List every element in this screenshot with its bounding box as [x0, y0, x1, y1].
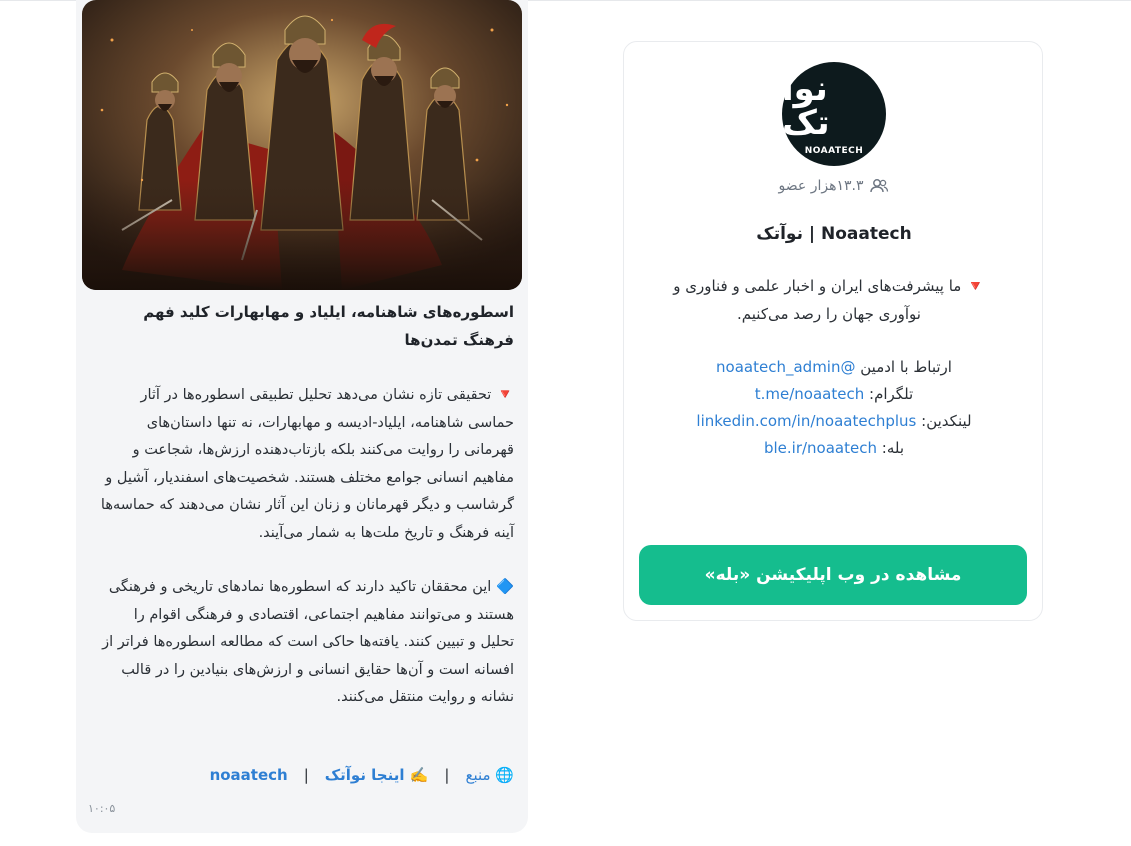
source-link[interactable]: 🌐 منبع — [465, 766, 514, 784]
post-paragraph-1: 🔻 تحقیقی تازه نشان می‌دهد تحلیل تطبیقی ا… — [100, 387, 514, 541]
channel-logo: نوآ تک NOAATECH — [782, 62, 886, 166]
contact-admin: ارتباط با ادمین @noaatech_admin — [716, 358, 952, 376]
bale-link[interactable]: ble.ir/noaatech — [764, 439, 877, 457]
contact-bale: بله: ble.ir/noaatech — [763, 439, 905, 457]
contact-telegram: تلگرام: t.me/noaatech — [754, 385, 914, 403]
post-paragraph-2: 🔷 این محققان تاکید دارند که اسطوره‌ها نم… — [102, 579, 514, 705]
member-count-text: ۱۳.۳هزار عضو — [778, 178, 864, 194]
channel-description: 🔻 ما پیشرفت‌های ایران و اخبار علمی و فنا… — [673, 277, 985, 323]
post-body: 🔻 تحقیقی تازه نشان می‌دهد تحلیل تطبیقی ا… — [96, 382, 514, 712]
logo-mark: نوآ تک — [782, 69, 831, 143]
admin-link[interactable]: @noaatech_admin — [716, 358, 855, 376]
warriors-illustration — [82, 0, 522, 290]
post-time: ۱۰:۰۵ — [88, 802, 116, 815]
telegram-link[interactable]: t.me/noaatech — [755, 385, 864, 403]
channel-title: Noaatech | نوآتک — [756, 224, 912, 244]
open-in-web-app-button[interactable]: مشاهده در وب اپلیکیشن «بله» — [639, 545, 1027, 605]
here-noaatech-link[interactable]: ✍️ اینجا نوآتک — [325, 766, 429, 784]
users-icon — [869, 178, 889, 194]
member-count: ۱۳.۳هزار عضو — [624, 178, 1044, 194]
contact-linkedin: لینکدین: linkedin.com/in/noaatechplus — [696, 412, 972, 430]
linkedin-link[interactable]: linkedin.com/in/noaatechplus — [696, 412, 916, 430]
post-title: اسطوره‌های شاهنامه، ایلیاد و مهابهارات ک… — [143, 303, 514, 349]
channel-info-card: نوآ تک NOAATECH ۱۳.۳هزار عضو Noaatech | … — [623, 41, 1043, 621]
footer-separator-2: | — [303, 766, 309, 784]
footer-separator: | — [444, 766, 450, 784]
post-card: اسطوره‌های شاهنامه، ایلیاد و مهابهارات ک… — [76, 0, 528, 833]
handle-link[interactable]: noaatech — [210, 766, 288, 784]
post-image[interactable] — [82, 0, 522, 290]
logo-text: NOAATECH — [804, 146, 864, 156]
channel-contacts: ارتباط با ادمین @noaatech_admin تلگرام: … — [654, 354, 1014, 462]
post-footer: 🌐 منبع | ✍️ اینجا نوآتک | noaatech — [96, 766, 514, 784]
